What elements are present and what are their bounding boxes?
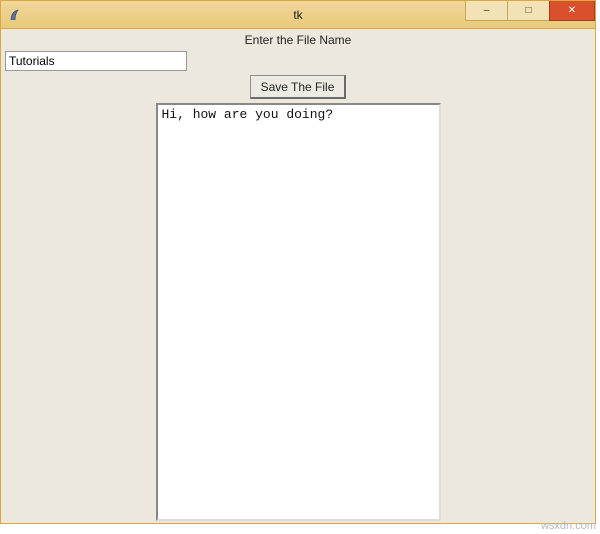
close-button[interactable]: ✕ bbox=[549, 1, 595, 21]
filename-row bbox=[1, 49, 595, 75]
save-button[interactable]: Save The File bbox=[250, 75, 347, 99]
filename-input[interactable] bbox=[5, 51, 187, 71]
watermark: wsxdn.com bbox=[541, 520, 596, 532]
minimize-button[interactable]: – bbox=[465, 1, 507, 21]
textarea-wrap bbox=[1, 103, 595, 521]
main-textarea[interactable] bbox=[156, 103, 441, 521]
client-area: Enter the File Name Save The File bbox=[1, 29, 595, 523]
save-row: Save The File bbox=[1, 75, 595, 103]
maximize-icon: □ bbox=[525, 5, 531, 16]
app-icon bbox=[7, 7, 23, 23]
titlebar: tk – □ ✕ bbox=[1, 1, 595, 29]
maximize-button[interactable]: □ bbox=[507, 1, 549, 21]
close-icon: ✕ bbox=[568, 5, 576, 16]
minimize-icon: – bbox=[484, 5, 490, 16]
window-controls: – □ ✕ bbox=[465, 1, 595, 23]
filename-label: Enter the File Name bbox=[1, 29, 595, 49]
app-window: tk – □ ✕ Enter the File Name Save The Fi… bbox=[0, 0, 596, 524]
